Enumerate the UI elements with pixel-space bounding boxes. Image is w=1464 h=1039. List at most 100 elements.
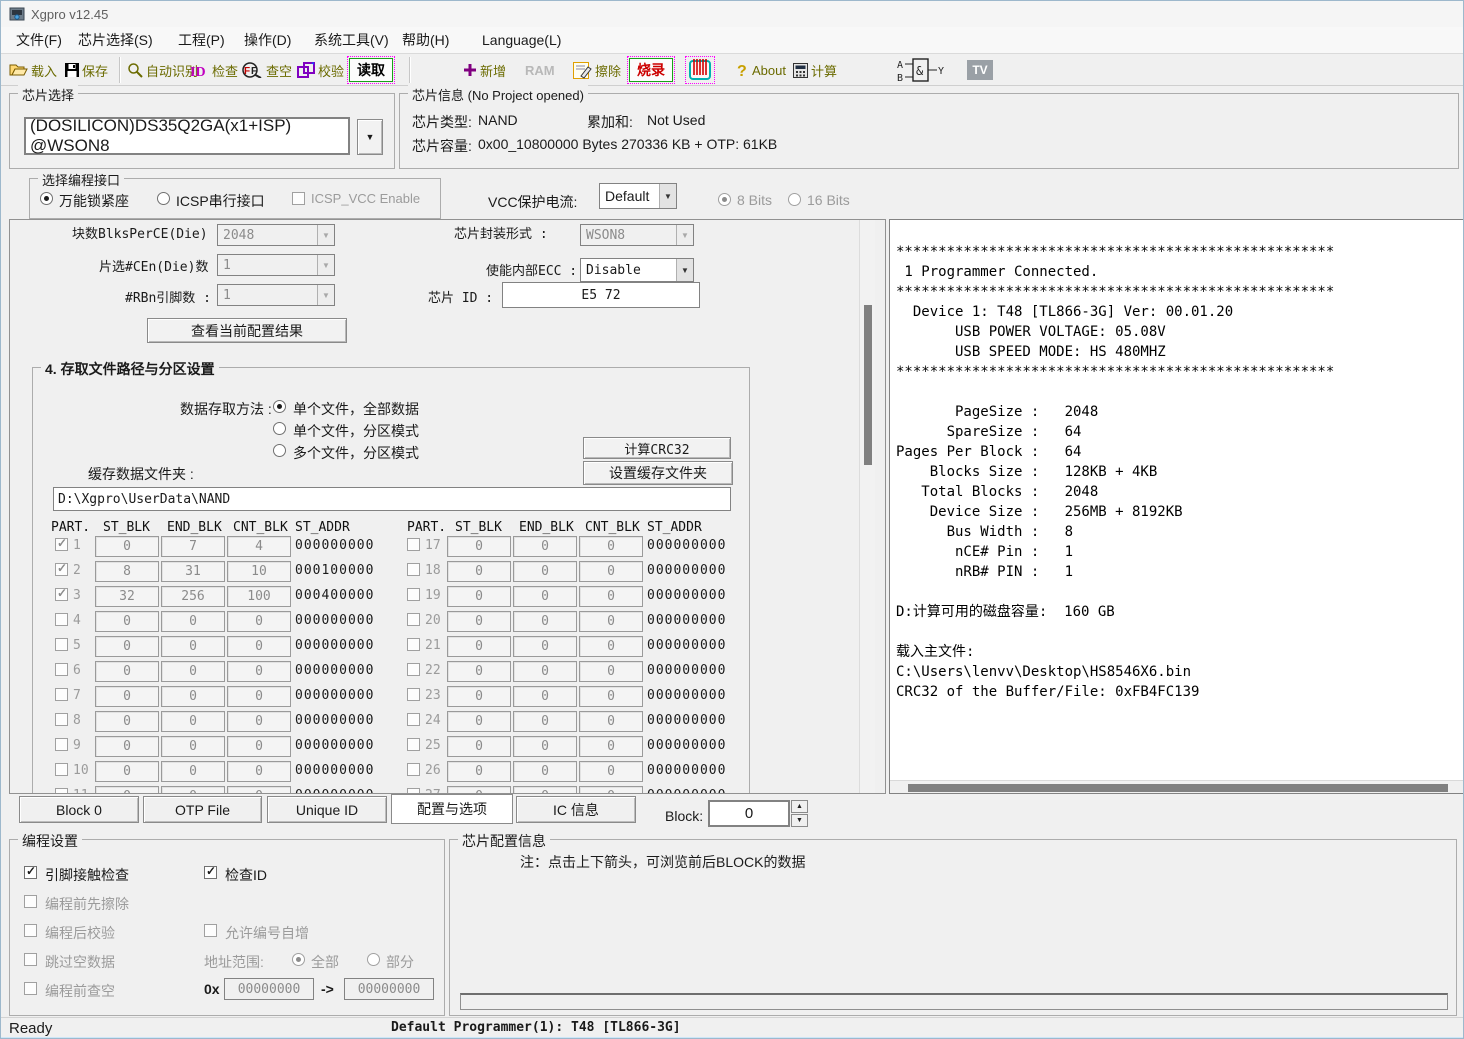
method-radio-1[interactable] bbox=[273, 400, 286, 413]
menu-item-6[interactable]: 帮助(H) bbox=[397, 30, 454, 50]
erase-button[interactable]: 擦除 bbox=[573, 57, 621, 83]
set-cache-folder-button[interactable]: 设置缓存文件夹 bbox=[583, 461, 733, 485]
partition-st-field[interactable]: 0 bbox=[447, 636, 511, 657]
partition-end-field[interactable]: 0 bbox=[161, 761, 225, 782]
tab-4[interactable]: 配置与选项 bbox=[391, 794, 513, 824]
partition-checkbox-25[interactable] bbox=[407, 738, 420, 751]
partition-cnt-field[interactable]: 0 bbox=[579, 711, 643, 732]
tab-2[interactable]: OTP File bbox=[143, 796, 262, 823]
vertical-scrollbar[interactable] bbox=[859, 220, 875, 794]
icsp-vcc-checkbox[interactable] bbox=[292, 192, 305, 205]
partition-cnt-field[interactable]: 0 bbox=[579, 586, 643, 607]
partition-end-field[interactable]: 0 bbox=[161, 661, 225, 682]
ecc-combo[interactable]: Disable ▼ bbox=[580, 258, 694, 282]
partition-end-field[interactable]: 0 bbox=[513, 736, 577, 757]
partition-st-field[interactable]: 0 bbox=[95, 636, 159, 657]
ic-test-button[interactable] bbox=[687, 57, 713, 83]
bits8-radio[interactable] bbox=[718, 193, 731, 206]
partition-checkbox-11[interactable] bbox=[55, 788, 68, 794]
partition-cnt-field[interactable]: 0 bbox=[579, 561, 643, 582]
package-combo[interactable]: WSON8 ▼ bbox=[580, 224, 694, 246]
partition-cnt-field[interactable]: 0 bbox=[227, 611, 291, 632]
menu-item-3[interactable]: 工程(P) bbox=[173, 30, 230, 50]
partition-end-field[interactable]: 0 bbox=[513, 761, 577, 782]
partition-st-field[interactable]: 0 bbox=[95, 711, 159, 732]
partition-st-field[interactable]: 0 bbox=[447, 736, 511, 757]
menu-item-7[interactable]: Language(L) bbox=[477, 30, 566, 50]
partition-checkbox-4[interactable] bbox=[55, 613, 68, 626]
partition-cnt-field[interactable]: 0 bbox=[227, 661, 291, 682]
partition-checkbox-9[interactable] bbox=[55, 738, 68, 751]
partition-end-field[interactable]: 0 bbox=[513, 536, 577, 557]
partition-end-field[interactable]: 0 bbox=[513, 686, 577, 707]
verify-button[interactable]: 校验 bbox=[297, 57, 344, 83]
partition-cnt-field[interactable]: 0 bbox=[227, 686, 291, 707]
partition-checkbox-21[interactable] bbox=[407, 638, 420, 651]
partition-end-field[interactable]: 0 bbox=[161, 636, 225, 657]
save-button[interactable]: 保存 bbox=[65, 57, 108, 83]
vcc-combo[interactable]: Default ▼ bbox=[599, 183, 677, 209]
ram-button[interactable]: RAM bbox=[525, 57, 555, 83]
partition-checkbox-5[interactable] bbox=[55, 638, 68, 651]
tv-button[interactable]: TV bbox=[967, 57, 993, 83]
partition-checkbox-2[interactable] bbox=[55, 563, 68, 576]
addr-to-field[interactable]: 00000000 bbox=[344, 978, 434, 1000]
partition-checkbox-20[interactable] bbox=[407, 613, 420, 626]
partition-checkbox-6[interactable] bbox=[55, 663, 68, 676]
partition-cnt-field[interactable]: 0 bbox=[227, 636, 291, 657]
partition-end-field[interactable]: 0 bbox=[513, 561, 577, 582]
tab-1[interactable]: Block 0 bbox=[19, 796, 139, 823]
partition-st-field[interactable]: 8 bbox=[95, 561, 159, 582]
partition-st-field[interactable]: 0 bbox=[95, 611, 159, 632]
tab-3[interactable]: Unique ID bbox=[267, 796, 387, 823]
auto-detect-button[interactable]: 自动识别 bbox=[127, 57, 198, 83]
partition-st-field[interactable]: 32 bbox=[95, 586, 159, 607]
partition-st-field[interactable]: 0 bbox=[447, 761, 511, 782]
program-button[interactable]: 烧录 bbox=[629, 57, 673, 83]
scrollbar-thumb[interactable] bbox=[864, 305, 872, 465]
partition-st-field[interactable]: 0 bbox=[447, 661, 511, 682]
partition-st-field[interactable]: 0 bbox=[447, 686, 511, 707]
log-scrollbar-thumb[interactable] bbox=[908, 784, 1448, 792]
partition-st-field[interactable]: 0 bbox=[447, 611, 511, 632]
partition-cnt-field[interactable]: 0 bbox=[227, 736, 291, 757]
partition-checkbox-18[interactable] bbox=[407, 563, 420, 576]
partition-end-field[interactable]: 0 bbox=[513, 661, 577, 682]
calc-button[interactable]: 计算 bbox=[793, 57, 837, 83]
partition-checkbox-26[interactable] bbox=[407, 763, 420, 776]
partition-checkbox-1[interactable] bbox=[55, 538, 68, 551]
partition-cnt-field[interactable]: 0 bbox=[579, 736, 643, 757]
method-radio-2[interactable] bbox=[273, 422, 286, 435]
check-id-button[interactable]: ID检查 bbox=[189, 57, 238, 83]
partition-cnt-field[interactable]: 0 bbox=[579, 786, 643, 794]
partition-end-field[interactable]: 0 bbox=[161, 786, 225, 794]
partition-st-field[interactable]: 0 bbox=[95, 786, 159, 794]
calc-crc32-button[interactable]: 计算CRC32 bbox=[583, 437, 731, 459]
cache-folder-path[interactable]: D:\Xgpro\UserData\NAND bbox=[53, 487, 731, 511]
menu-item-5[interactable]: 系统工具(V) bbox=[309, 30, 394, 50]
chip-select-combo[interactable]: (DOSILICON)DS35Q2GA(x1+ISP) @WSON8 bbox=[24, 117, 350, 155]
block-down-button[interactable]: ▼ bbox=[791, 814, 808, 827]
partition-cnt-field[interactable]: 0 bbox=[579, 761, 643, 782]
block-up-button[interactable]: ▲ bbox=[791, 800, 808, 813]
partition-cnt-field[interactable]: 0 bbox=[579, 686, 643, 707]
partition-cnt-field[interactable]: 0 bbox=[579, 611, 643, 632]
partition-end-field[interactable]: 0 bbox=[513, 786, 577, 794]
load-button[interactable]: 载入 bbox=[9, 57, 57, 83]
partition-cnt-field[interactable]: 0 bbox=[227, 711, 291, 732]
icsp-radio[interactable] bbox=[157, 192, 170, 205]
partition-end-field[interactable]: 0 bbox=[161, 686, 225, 707]
partition-checkbox-22[interactable] bbox=[407, 663, 420, 676]
method-radio-3[interactable] bbox=[273, 444, 286, 457]
partition-end-field[interactable]: 31 bbox=[161, 561, 225, 582]
tab-5[interactable]: IC 信息 bbox=[516, 796, 636, 823]
partition-checkbox-19[interactable] bbox=[407, 588, 420, 601]
partition-end-field[interactable]: 256 bbox=[161, 586, 225, 607]
partition-checkbox-8[interactable] bbox=[55, 713, 68, 726]
partition-st-field[interactable]: 0 bbox=[447, 711, 511, 732]
partition-cnt-field[interactable]: 10 bbox=[227, 561, 291, 582]
partition-st-field[interactable]: 0 bbox=[95, 736, 159, 757]
partition-st-field[interactable]: 0 bbox=[447, 786, 511, 794]
partition-end-field[interactable]: 7 bbox=[161, 536, 225, 557]
partition-cnt-field[interactable]: 0 bbox=[227, 761, 291, 782]
